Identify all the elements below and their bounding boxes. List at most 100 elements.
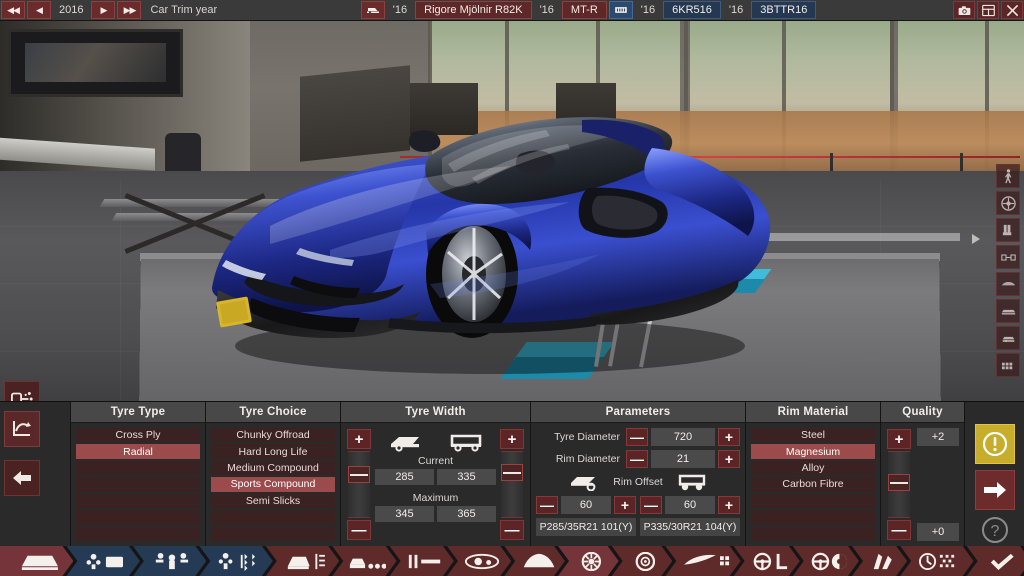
list-item[interactable] <box>76 494 200 508</box>
list-item[interactable] <box>76 527 200 541</box>
nav-gearbox-icon[interactable] <box>390 546 454 576</box>
list-item[interactable]: Radial <box>76 444 200 458</box>
tyre-width-rear-slider[interactable]: + — <box>499 428 525 541</box>
rear-width-thumb[interactable] <box>501 464 523 481</box>
decrease-rear-offset-button[interactable]: — <box>640 496 662 514</box>
close-icon[interactable] <box>1001 1 1023 19</box>
tyre-choice-list: Chunky Offroad Hard Long Life Medium Com… <box>211 428 335 541</box>
model-chip-0[interactable]: Rigore Mjölnir R82K <box>415 1 531 19</box>
warning-button[interactable] <box>975 424 1015 464</box>
rear-rim-offset-value[interactable]: 60 <box>665 496 715 514</box>
layout-icon[interactable] <box>977 1 999 19</box>
list-item[interactable] <box>751 494 875 508</box>
front-width-track[interactable] <box>348 451 370 518</box>
list-item[interactable]: Semi Slicks <box>211 494 335 508</box>
walk-figure-icon[interactable] <box>996 164 1020 188</box>
nav-driveassist-icon[interactable] <box>793 546 859 576</box>
current-front-width-value[interactable]: 285 <box>375 469 434 485</box>
car-model[interactable] <box>190 36 830 381</box>
engine-chip-2[interactable]: 6KR516 <box>663 1 721 19</box>
car-icon[interactable] <box>361 1 385 19</box>
trim-chip-1[interactable]: MT-R <box>562 1 607 19</box>
nav-safety-icon[interactable] <box>504 546 565 576</box>
nav-suspension-icon[interactable] <box>133 546 206 576</box>
prev-record-button[interactable]: ◀ <box>27 1 51 19</box>
nav-stats-icon[interactable] <box>900 546 973 576</box>
nav-interior-icon[interactable] <box>447 546 511 576</box>
last-record-button[interactable]: ▶▶ <box>117 1 141 19</box>
list-item[interactable] <box>751 510 875 524</box>
nav-brakes-icon[interactable] <box>612 546 673 576</box>
list-item[interactable]: Chunky Offroad <box>211 428 335 442</box>
front-width-thumb[interactable] <box>348 466 370 483</box>
list-item[interactable]: Alloy <box>751 461 875 475</box>
next-record-button[interactable]: ▶ <box>91 1 115 19</box>
decrease-front-offset-button[interactable]: — <box>536 496 558 514</box>
quality-thumb[interactable] <box>888 474 910 491</box>
tyre-width-front-slider[interactable]: + — <box>346 428 372 541</box>
tyre-type-column: Tyre Type Cross Ply Radial <box>70 402 205 546</box>
rear-width-track[interactable] <box>501 451 523 518</box>
increase-rear-width-button[interactable]: + <box>500 429 524 449</box>
decrease-tyre-diameter-button[interactable]: — <box>626 428 648 446</box>
nav-aerodynamics-icon[interactable] <box>665 546 740 576</box>
grid-view-icon[interactable] <box>996 353 1020 377</box>
wheel-icon[interactable] <box>996 191 1020 215</box>
list-item[interactable]: Hard Long Life <box>211 444 335 458</box>
increase-rim-diameter-button[interactable]: + <box>718 450 740 468</box>
nav-drivetrain-icon[interactable] <box>199 546 272 576</box>
back-arrow-icon[interactable] <box>4 460 40 496</box>
increase-tyre-diameter-button[interactable]: + <box>718 428 740 446</box>
list-item[interactable]: Steel <box>751 428 875 442</box>
camera-icon[interactable] <box>953 1 975 19</box>
increase-front-offset-button[interactable]: + <box>614 496 636 514</box>
nav-wheels-icon[interactable] <box>558 546 619 576</box>
nav-steering-icon[interactable] <box>734 546 800 576</box>
list-item[interactable]: Magnesium <box>751 444 875 458</box>
help-button[interactable]: ? <box>980 515 1010 545</box>
engine-variant-chip-3[interactable]: 3BTTR16 <box>751 1 816 19</box>
front-view-icon[interactable] <box>996 299 1020 323</box>
side-view-icon[interactable] <box>996 272 1020 296</box>
nav-chassis-icon[interactable] <box>66 546 139 576</box>
decrease-quality-button[interactable]: — <box>887 520 911 540</box>
decrease-rear-width-button[interactable]: — <box>500 520 524 540</box>
rim-diameter-value[interactable]: 21 <box>651 450 715 468</box>
decrease-rim-diameter-button[interactable]: — <box>626 450 648 468</box>
dimensions-icon[interactable] <box>996 245 1020 269</box>
list-item[interactable]: Sports Compound <box>211 477 335 491</box>
list-item[interactable]: Cross Ply <box>76 428 200 442</box>
first-record-button[interactable]: ◀◀ <box>1 1 25 19</box>
nav-quality-icon[interactable] <box>852 546 907 576</box>
decrease-front-width-button[interactable]: — <box>347 520 371 540</box>
graph-icon[interactable] <box>4 411 40 447</box>
increase-quality-button[interactable]: + <box>887 429 911 449</box>
list-item[interactable] <box>211 510 335 524</box>
current-rear-width-value[interactable]: 335 <box>437 469 496 485</box>
play-animation-icon[interactable] <box>972 234 980 244</box>
nav-weight-icon[interactable] <box>332 546 396 576</box>
list-item[interactable] <box>751 527 875 541</box>
next-button[interactable] <box>975 470 1015 510</box>
increase-rear-offset-button[interactable]: + <box>718 496 740 514</box>
list-item[interactable]: Carbon Fibre <box>751 477 875 491</box>
quality-track[interactable] <box>888 451 910 518</box>
tyre-diameter-value[interactable]: 720 <box>651 428 715 446</box>
engine-icon[interactable] <box>609 1 633 19</box>
list-item[interactable] <box>211 527 335 541</box>
list-item[interactable]: Medium Compound <box>211 461 335 475</box>
list-item[interactable] <box>76 510 200 524</box>
year-value[interactable]: 2016 <box>52 0 90 20</box>
list-item[interactable] <box>76 477 200 491</box>
nav-body-icon[interactable] <box>0 546 73 576</box>
seats-icon[interactable] <box>996 218 1020 242</box>
configurator-icon[interactable] <box>4 381 40 401</box>
list-item[interactable] <box>76 461 200 475</box>
nav-aero-icon[interactable] <box>266 546 339 576</box>
viewport-3d[interactable] <box>0 21 1024 401</box>
nav-finish-icon[interactable] <box>967 546 1024 576</box>
increase-front-width-button[interactable]: + <box>347 429 371 449</box>
front-rim-offset-value[interactable]: 60 <box>561 496 611 514</box>
quality-slider[interactable]: + — <box>886 428 912 541</box>
rear-view-icon[interactable] <box>996 326 1020 350</box>
